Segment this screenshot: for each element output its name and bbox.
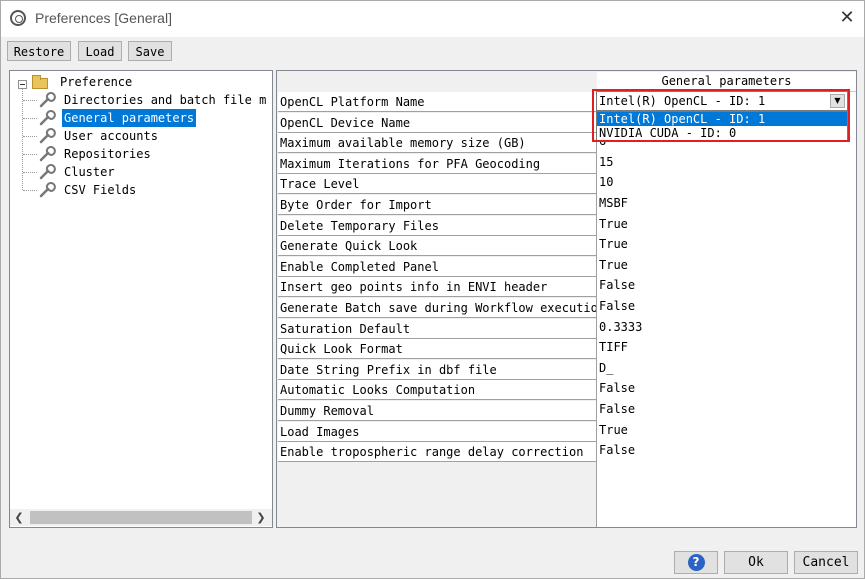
grid-row-name[interactable]: Automatic Looks Computation (278, 380, 596, 401)
tree-connector (23, 118, 37, 119)
grid-row-value[interactable]: True (598, 422, 855, 442)
tree-item-label: Repositories (64, 147, 151, 161)
grid-row-name[interactable]: Dummy Removal (278, 401, 596, 421)
tree-item-label: User accounts (64, 129, 158, 143)
tree-connector (23, 190, 37, 191)
grid-row-value[interactable]: TIFF (598, 339, 855, 359)
folder-icon (32, 75, 48, 89)
grid-row-name[interactable]: Maximum Iterations for PFA Geocoding (278, 153, 596, 174)
grid-row-value[interactable]: 15 (598, 154, 855, 174)
grid-row-value[interactable]: True (598, 216, 855, 236)
tree-item-label: General parameters (62, 109, 197, 127)
horizontal-scrollbar[interactable]: ❮ ❯ (10, 509, 272, 526)
tree-connector (23, 154, 37, 155)
tree-item[interactable]: Directories and batch file m (23, 91, 268, 109)
tree-item[interactable]: Cluster (23, 163, 268, 181)
wrench-icon (38, 92, 56, 108)
close-icon[interactable]: ✕ (837, 7, 857, 29)
grid-row-name[interactable]: Byte Order for Import (278, 195, 596, 215)
load-button[interactable]: Load (78, 41, 122, 61)
grid-row-value[interactable]: True (598, 257, 855, 277)
grid-row-name[interactable]: Generate Batch save during Workflow exec… (278, 298, 596, 318)
grid-row-name[interactable]: Insert geo points info in ENVI header (278, 277, 596, 298)
help-button[interactable]: ? (674, 551, 718, 574)
tree-vertical-connector (22, 89, 23, 190)
grid-row-name[interactable]: Enable Completed Panel (278, 256, 596, 277)
tree-item[interactable]: Repositories (23, 145, 268, 163)
cancel-button[interactable]: Cancel (794, 551, 858, 574)
help-icon: ? (687, 554, 705, 571)
grid-row-value[interactable]: False (598, 442, 855, 462)
grid-row-value[interactable]: 10 (598, 174, 855, 194)
tree-item[interactable]: General parameters (23, 109, 268, 127)
grid-row-value[interactable]: D_ (598, 360, 855, 380)
ok-button[interactable]: Ok (724, 551, 788, 574)
chevron-down-icon[interactable]: ▼ (830, 94, 845, 108)
save-button[interactable]: Save (128, 41, 172, 61)
combo-selected-value: Intel(R) OpenCL - ID: 1 (599, 94, 766, 108)
grid-row-name[interactable]: OpenCL Device Name (278, 112, 596, 133)
opencl-platform-dropdown: Intel(R) OpenCL - ID: 1 NVIDIA CUDA - ID:… (596, 111, 848, 141)
wrench-icon (38, 146, 56, 162)
grid-row-name[interactable]: Enable tropospheric range delay correcti… (278, 442, 596, 463)
grid-row-value[interactable]: False (598, 380, 855, 400)
grid-row-name[interactable]: Load Images (278, 421, 596, 442)
grid-row-value[interactable]: True (598, 236, 855, 256)
grid-row-name[interactable]: Quick Look Format (278, 339, 596, 360)
tree-root-label: Preference (60, 75, 133, 89)
tree-item-label: Cluster (64, 165, 115, 179)
grid-row-value[interactable]: False (598, 401, 855, 421)
grid-row-name[interactable]: Saturation Default (278, 318, 596, 339)
title-bar: Preferences [General] ✕ (1, 1, 864, 37)
opencl-platform-select[interactable]: Intel(R) OpenCL - ID: 1 ▼ (596, 91, 848, 111)
collapse-icon[interactable] (18, 80, 27, 89)
scroll-right-icon[interactable]: ❯ (252, 509, 270, 526)
grid-row-value[interactable]: False (598, 277, 855, 297)
restore-button[interactable]: Restore (7, 41, 71, 61)
tree-root-preference[interactable]: Preference (10, 73, 270, 91)
tree-item-label: Directories and batch file m (64, 93, 267, 107)
grid-row-name[interactable]: Maximum available memory size (GB) (278, 133, 596, 154)
tree-item-label: CSV Fields (64, 183, 137, 197)
window-title: Preferences [General] (35, 10, 172, 26)
grid-row-value[interactable]: 0.3333 (598, 319, 855, 339)
grid-row-name[interactable]: Delete Temporary Files (278, 215, 596, 236)
wrench-icon (38, 128, 56, 144)
wrench-icon (38, 164, 56, 180)
tree-item[interactable]: User accounts (23, 127, 268, 145)
dropdown-option[interactable]: NVIDIA CUDA - ID: 0 (597, 126, 847, 140)
grid-row-name[interactable]: Trace Level (278, 174, 596, 195)
scroll-thumb[interactable] (30, 511, 252, 524)
tree-connector (23, 172, 37, 173)
grid-header: General parameters (597, 72, 856, 92)
preferences-tree[interactable]: Preference Directories and batch file m G… (9, 70, 273, 528)
preferences-window: Preferences [General] ✕ Restore Load Sav… (0, 0, 865, 579)
grid-row-value[interactable]: MSBF (598, 195, 855, 215)
grid-row-name[interactable]: OpenCL Platform Name (278, 92, 596, 112)
app-icon (10, 10, 26, 26)
dropdown-option[interactable]: Intel(R) OpenCL - ID: 1 (597, 112, 847, 126)
scroll-left-icon[interactable]: ❮ (10, 509, 28, 526)
grid-row-name[interactable]: Date String Prefix in dbf file (278, 359, 596, 380)
grid-row-name[interactable]: Generate Quick Look (278, 236, 596, 257)
grid-row-value[interactable]: False (598, 298, 855, 318)
tree-connector (23, 136, 37, 137)
tree-connector (23, 100, 37, 101)
wrench-icon (38, 182, 56, 198)
tree-item[interactable]: CSV Fields (23, 181, 268, 199)
wrench-icon (38, 110, 56, 126)
